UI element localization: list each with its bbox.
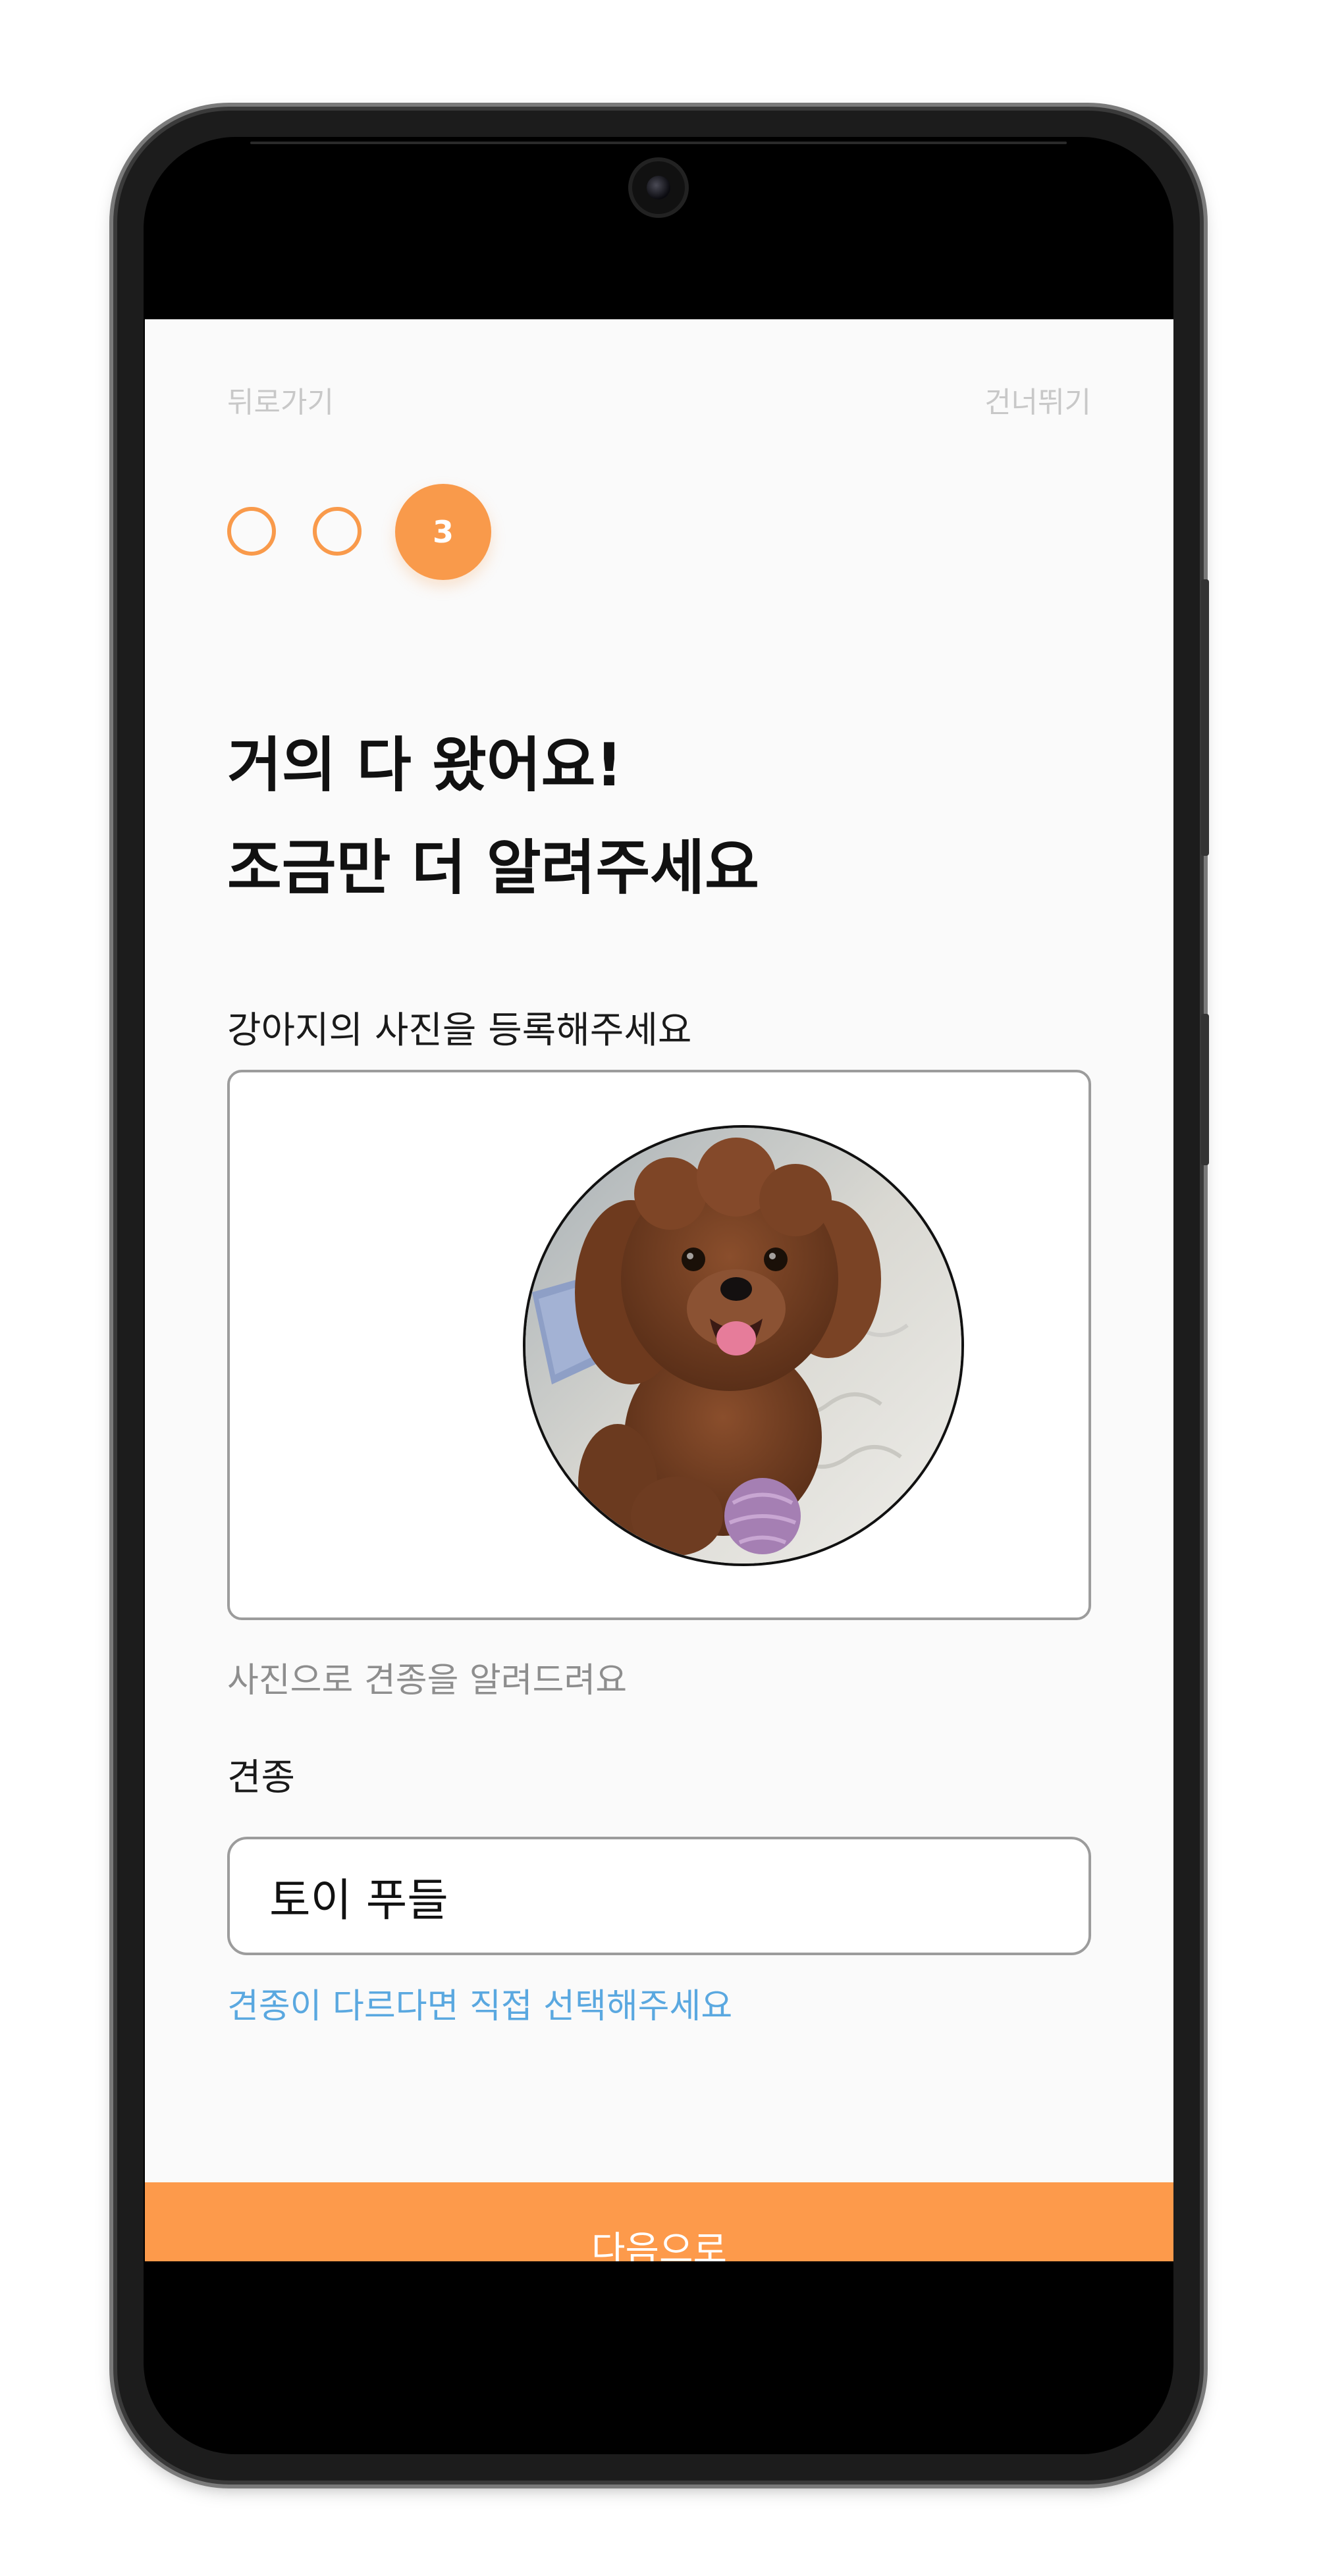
dog-photo-illustration	[525, 1128, 961, 1564]
app-screen: 뒤로가기 건너뛰기 3 거의 다 왔어요! 조금만 더 알려주세요 강아지의 사…	[145, 319, 1173, 2261]
back-button[interactable]: 뒤로가기	[227, 379, 334, 421]
select-breed-link[interactable]: 견종이 다르다면 직접 선택해주세요	[227, 1978, 732, 2028]
next-button-label: 다음으로	[591, 2228, 728, 2262]
photo-section-label: 강아지의 사진을 등록해주세요	[227, 1009, 692, 1052]
power-button	[1201, 1014, 1209, 1165]
step-1-indicator	[227, 507, 276, 556]
photo-upload-box[interactable]	[227, 1070, 1091, 1620]
speaker-grille	[250, 142, 1067, 144]
volume-button	[1201, 579, 1209, 856]
breed-section-label: 견종	[227, 1756, 296, 1799]
next-button[interactable]: 다음으로	[145, 2182, 1173, 2261]
photo-hint: 사진으로 견종을 알려드려요	[227, 1661, 628, 1700]
breed-field[interactable]: 토이 푸들	[227, 1837, 1091, 1955]
top-navigation: 뒤로가기 건너뛰기	[145, 379, 1173, 425]
step-2-indicator	[313, 507, 362, 556]
breed-value: 토이 푸들	[269, 1874, 448, 1927]
page-title-line1: 거의 다 왔어요!	[227, 731, 623, 800]
dog-photo[interactable]	[523, 1125, 964, 1566]
page-title-line2: 조금만 더 알려주세요	[227, 833, 759, 903]
front-camera-icon	[632, 161, 685, 214]
skip-button[interactable]: 건너뛰기	[984, 379, 1091, 421]
page-title: 거의 다 왔어요! 조금만 더 알려주세요	[227, 714, 759, 920]
step-3-indicator-active: 3	[395, 484, 491, 580]
